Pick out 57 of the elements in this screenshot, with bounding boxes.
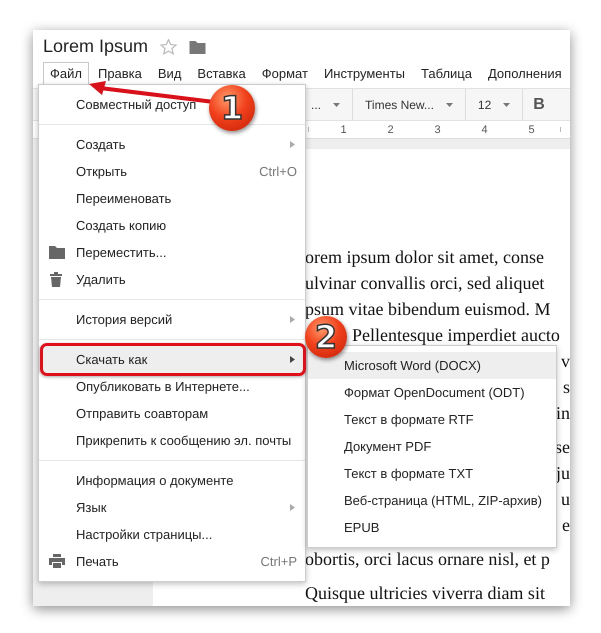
menu-item[interactable]: Веб-страница (HTML, ZIP-архив) [308, 487, 556, 514]
menu-item[interactable]: EPUB [308, 514, 556, 541]
document-text: Pellentesque imperdiet aucto [352, 325, 560, 345]
menu-item[interactable]: Открыть [76, 164, 128, 179]
menu-item[interactable]: Удалить [76, 272, 126, 287]
printer-icon [49, 554, 65, 568]
menu-bar-item[interactable]: Таблица [414, 62, 479, 81]
menu-item[interactable]: Документ PDF [308, 433, 556, 460]
menu-bar-item[interactable]: Файл [43, 62, 89, 84]
menu-item[interactable]: Скачать как [39, 346, 305, 373]
document-text: ju [556, 463, 570, 483]
menu-item[interactable]: Создать копию [76, 218, 166, 233]
document-text: Quisque ultricies viverra diam sit [305, 583, 545, 603]
shortcut-label: Ctrl+P [260, 554, 297, 569]
document-text: in [556, 403, 570, 423]
menu-item[interactable]: Информация о документе [76, 473, 234, 488]
folder-icon[interactable] [189, 40, 206, 54]
folder-icon [49, 245, 65, 259]
bold-button[interactable]: B [523, 89, 555, 120]
document-text: v [561, 351, 570, 371]
menu-bar-item[interactable]: Правка [90, 62, 149, 81]
menu-bar-item[interactable]: Дополнения [480, 62, 569, 81]
menu-item[interactable]: Опубликовать в Интернете... [76, 379, 250, 394]
menu-item[interactable]: Microsoft Word (DOCX) [308, 352, 556, 379]
menu-item[interactable]: Текст в формате TXT [308, 460, 556, 487]
caret-icon [333, 102, 340, 106]
menu-bar-item[interactable]: Вставка [190, 62, 253, 81]
document-text: ulvinar convallis orci, sed aliquet [305, 273, 544, 293]
shortcut-label: Ctrl+O [259, 164, 297, 179]
document-text: orem ipsum dolor sit amet, conse [305, 247, 544, 267]
menu-item[interactable]: Создать [76, 137, 126, 152]
menu-item[interactable]: Переименовать [76, 191, 172, 206]
document-text: s [562, 377, 570, 397]
toolbar-dropdown[interactable]: 12 [466, 89, 524, 120]
document-text: psum vitae bibendum euismod. M [305, 299, 550, 319]
document-text: obortis, orci lacus ornare nisl, et p [305, 549, 550, 569]
menu-item[interactable]: Переместить... [76, 245, 166, 260]
menu-item[interactable]: Печать [76, 554, 119, 569]
caret-icon [446, 102, 453, 106]
document-title[interactable]: Lorem Ipsum [43, 36, 148, 57]
menu-item[interactable]: История версий [76, 312, 172, 327]
menu-item[interactable]: Настройки страницы... [76, 527, 212, 542]
toolbar-dropdown[interactable]: Times New... [353, 89, 466, 120]
caret-icon [503, 102, 510, 106]
star-icon[interactable] [160, 38, 178, 54]
menu-item[interactable]: Отправить соавторам [76, 406, 208, 421]
menu-item[interactable]: Формат OpenDocument (ODT) [308, 379, 556, 406]
menu-item[interactable]: Совместный доступ [76, 97, 196, 112]
menu-item[interactable]: Язык [76, 500, 106, 515]
menu-bar-item[interactable]: Формат [254, 62, 315, 81]
menu-bar-item[interactable]: Вид [150, 62, 188, 81]
menu-bar-item[interactable]: Инструменты [316, 62, 412, 81]
document-text: u [561, 489, 570, 509]
menu-item[interactable]: Текст в формате RTF [308, 406, 556, 433]
menu-item[interactable]: Прикрепить к сообщению эл. почты [76, 433, 292, 448]
document-text: e [562, 515, 570, 535]
trash-icon [49, 272, 63, 287]
